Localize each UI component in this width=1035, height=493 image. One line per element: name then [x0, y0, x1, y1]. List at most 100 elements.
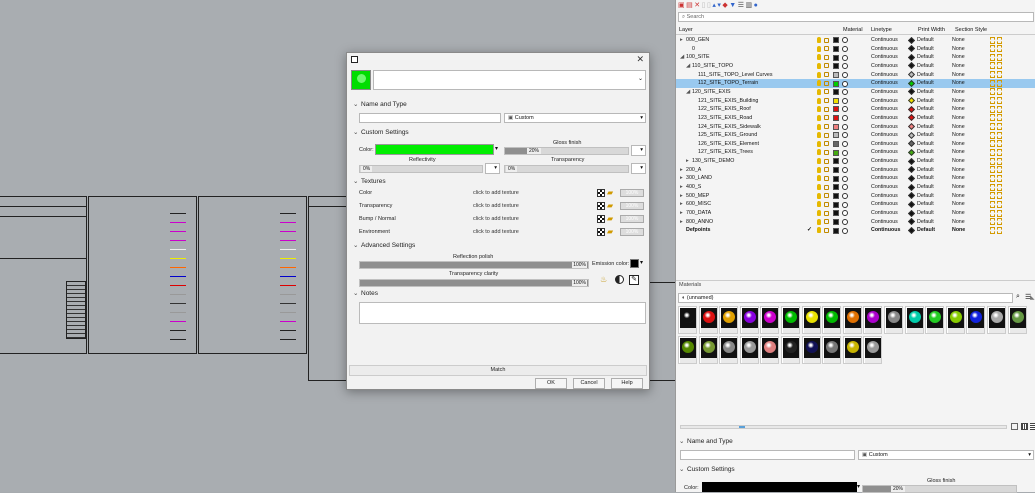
folder-icon[interactable]: ▰ [607, 228, 613, 236]
print-width[interactable]: Default [917, 209, 934, 218]
header-material[interactable]: Material [843, 26, 863, 35]
layer-color-swatch[interactable] [833, 37, 839, 44]
delete-icon[interactable]: ✕ [694, 2, 701, 9]
material-circle-icon[interactable] [842, 45, 848, 52]
print-width[interactable]: Default [917, 218, 934, 227]
layer-name[interactable]: 112_SITE_TOPO_Terrain [698, 79, 758, 88]
materials-filter-select[interactable]: ◐ (unnamed) [678, 293, 1013, 303]
layer-name[interactable]: 600_MISC [686, 200, 711, 209]
layer-name[interactable]: 127_SITE_EXIS_Trees [698, 148, 753, 157]
print-color-icon[interactable] [907, 62, 916, 70]
print-color-icon[interactable] [907, 71, 916, 79]
layer-search-input[interactable]: ⌕ Search [678, 12, 1034, 22]
layer-row[interactable]: ▸ 400_S Continuous Default None [676, 183, 1035, 192]
print-width[interactable]: Default [917, 45, 934, 54]
section-advanced-settings[interactable]: ⌄ Advanced Settings [353, 241, 415, 249]
material-swatch[interactable] [863, 336, 883, 364]
layer-name[interactable]: 100_SITE [686, 53, 710, 62]
section-style-icon[interactable] [997, 123, 1002, 130]
section-style-icon[interactable] [997, 183, 1002, 191]
print-width[interactable]: Default [917, 200, 934, 209]
section-style-icon[interactable] [990, 36, 995, 44]
scroll-thumb[interactable] [739, 426, 745, 428]
layer-name[interactable]: 130_SITE_DEMO [692, 157, 734, 166]
visibility-bulb-icon[interactable] [817, 218, 821, 225]
material-swatch[interactable] [760, 306, 780, 334]
print-color-icon[interactable] [907, 148, 916, 156]
visibility-bulb-icon[interactable] [817, 227, 821, 234]
linetype[interactable]: Continuous [871, 183, 898, 192]
layer-name[interactable]: 122_SITE_EXIS_Roof [698, 105, 751, 114]
expand-toggle[interactable]: ◢ [686, 88, 691, 97]
section-style[interactable]: None [952, 148, 965, 157]
lock-icon[interactable] [824, 98, 829, 104]
transparency-dropdown[interactable]: ▾ [631, 163, 646, 174]
expand-toggle[interactable]: ▸ [686, 157, 691, 166]
layer-name[interactable]: 111_SITE_TOPO_Level Curves [698, 71, 773, 80]
texture-amount[interactable]: 100% [620, 202, 644, 210]
expand-toggle[interactable]: ▸ [680, 209, 685, 218]
section-style-icon[interactable] [997, 36, 1002, 44]
material-circle-icon[interactable] [842, 149, 848, 156]
material-swatch[interactable] [719, 306, 739, 334]
linetype[interactable]: Continuous [871, 148, 898, 157]
expand-toggle[interactable]: ▸ [680, 218, 685, 227]
current-check[interactable]: ✓ [807, 226, 812, 235]
transparency-slider[interactable]: 0% [504, 165, 629, 173]
layer-name[interactable]: 125_SITE_EXIS_Ground [698, 131, 757, 140]
section-style-icon[interactable] [997, 88, 1002, 96]
lock-icon[interactable] [824, 63, 829, 69]
section-style-icon[interactable] [990, 45, 995, 53]
cancel-button[interactable]: Cancel [573, 378, 605, 389]
material-swatch[interactable] [739, 306, 759, 334]
layer-row[interactable]: ▸ 700_DATA Continuous Default None [676, 209, 1035, 218]
help-button[interactable]: Help [611, 378, 643, 389]
layer-color-swatch[interactable] [833, 227, 839, 234]
layer-color-swatch[interactable] [833, 132, 839, 139]
section-style-icon[interactable] [990, 209, 995, 217]
material-circle-icon[interactable] [842, 115, 848, 122]
material-circle-icon[interactable] [842, 184, 848, 191]
material-swatch[interactable] [904, 306, 924, 334]
material-name-field[interactable] [373, 70, 646, 90]
material-swatch[interactable] [987, 306, 1006, 334]
lock-icon[interactable] [824, 167, 829, 173]
material-swatch[interactable] [822, 306, 842, 334]
material-swatch[interactable] [822, 336, 842, 364]
material-circle-icon[interactable] [842, 158, 848, 165]
layer-name[interactable]: 126_SITE_EXIS_Element [698, 140, 759, 149]
layer-row[interactable]: 125_SITE_EXIS_Ground Continuous Default Non… [676, 131, 1035, 140]
layer-row[interactable]: 111_SITE_TOPO_Level Curves Continuous Defa… [676, 71, 1035, 80]
lock-icon[interactable] [824, 175, 829, 181]
lock-icon[interactable] [824, 46, 829, 52]
print-color-icon[interactable] [907, 79, 916, 87]
layer-name[interactable]: 500_MEP [686, 192, 709, 201]
checker-icon[interactable] [597, 215, 605, 223]
gloss-slider[interactable]: 20% [504, 147, 629, 155]
add-texture-link[interactable]: click to add texture [473, 203, 519, 209]
section-style-icon[interactable] [990, 97, 995, 105]
material-swatch[interactable] [698, 306, 718, 334]
section-style[interactable]: None [952, 123, 965, 132]
lock-icon[interactable] [824, 193, 829, 199]
expand-toggle[interactable]: ◢ [680, 53, 685, 62]
layer-name[interactable]: 800_ANNO [686, 218, 713, 227]
layer-color-swatch[interactable] [833, 80, 839, 87]
section-style[interactable]: None [952, 88, 965, 97]
lock-icon[interactable] [824, 149, 829, 155]
linetype[interactable]: Continuous [871, 131, 898, 140]
material-swatch[interactable] [884, 306, 903, 334]
layer-color-swatch[interactable] [833, 45, 839, 52]
texture-amount[interactable]: 100% [620, 215, 644, 223]
section-style-icon[interactable] [997, 140, 1002, 148]
visibility-bulb-icon[interactable] [817, 80, 821, 87]
layer-row[interactable]: ▸ 500_MEP Continuous Default None [676, 192, 1035, 201]
print-width[interactable]: Default [917, 79, 934, 88]
visibility-bulb-icon[interactable] [817, 114, 821, 121]
print-color-icon[interactable] [907, 122, 916, 131]
add-texture-link[interactable]: click to add texture [473, 190, 519, 196]
section-style-icon[interactable] [990, 123, 995, 130]
visibility-bulb-icon[interactable] [817, 97, 821, 104]
add-texture-link[interactable]: click to add texture [473, 229, 519, 235]
material-swatch[interactable] [760, 336, 780, 364]
